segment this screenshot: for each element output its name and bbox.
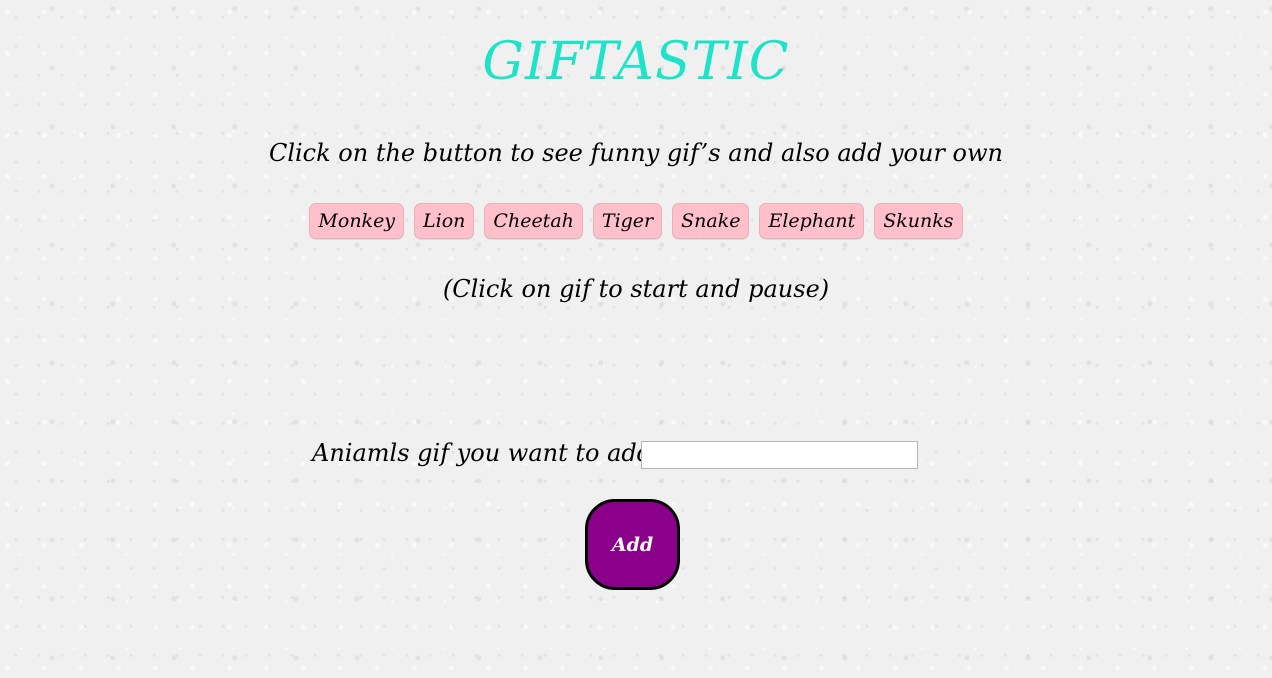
- animal-button-monkey[interactable]: Monkey: [309, 203, 405, 239]
- animal-input[interactable]: [641, 441, 918, 469]
- page-title: GIFTASTIC: [482, 32, 790, 92]
- animal-button-cheetah[interactable]: Cheetah: [484, 203, 583, 239]
- add-button[interactable]: Add: [585, 499, 680, 590]
- page-subtitle: Click on the button to see funny gif’s a…: [268, 139, 1004, 167]
- animal-button-row: Monkey Lion Cheetah Tiger Snake Elephant…: [0, 203, 1272, 239]
- animal-button-snake[interactable]: Snake: [672, 203, 750, 239]
- gif-container: [300, 318, 972, 426]
- animal-button-skunks[interactable]: Skunks: [874, 203, 963, 239]
- animal-button-lion[interactable]: Lion: [414, 203, 475, 239]
- animal-button-tiger[interactable]: Tiger: [592, 203, 663, 239]
- animal-button-elephant[interactable]: Elephant: [759, 203, 865, 239]
- add-animal-label: Aniamls gif you want to add: [312, 439, 653, 467]
- gif-hint: (Click on gif to start and pause): [442, 275, 830, 303]
